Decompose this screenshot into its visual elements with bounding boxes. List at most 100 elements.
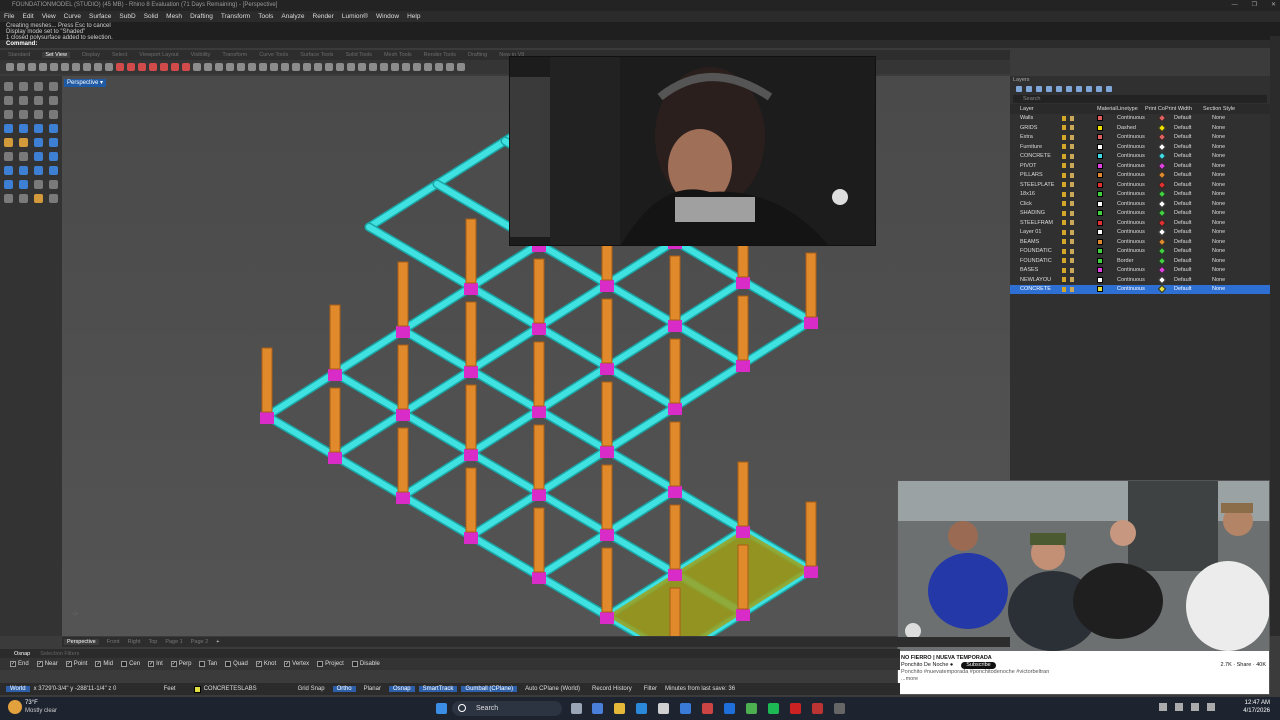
lightbulb-icon[interactable] [1062,115,1066,121]
layout-icon[interactable] [358,63,366,71]
layer-linetype[interactable]: Continuous [1117,191,1159,197]
layer-color-swatch[interactable] [1097,229,1103,236]
current-layer[interactable]: CONCRETESLABS [204,686,294,692]
move-parent-icon[interactable] [1066,86,1072,92]
pillar[interactable] [669,504,681,570]
pillar-base[interactable] [464,366,478,378]
battery-icon[interactable] [1207,703,1215,711]
pillar-base[interactable] [532,406,546,418]
menu-render[interactable]: Render [313,13,334,20]
pillar[interactable] [805,501,817,567]
lock-icon[interactable] [1070,191,1074,197]
osnap-int[interactable]: ✓ Int [148,661,163,667]
pillar-base[interactable] [804,566,818,578]
layer-row[interactable]: CONCRETE Continuous Default None [1010,284,1270,294]
wireframe-icon[interactable] [204,63,212,71]
move-up-icon[interactable] [1046,86,1052,92]
layer-row[interactable]: Click Continuous Default None [1010,199,1270,209]
lock-icon[interactable] [1070,182,1074,188]
subscribe-button[interactable]: Subscribe [961,662,996,669]
video-title[interactable]: NO FIERRO | NUEVA TEMPORADA [901,655,1266,662]
pillar-base[interactable] [396,492,410,504]
pillar-base[interactable] [600,446,614,458]
extend-icon[interactable] [49,110,58,119]
technical-icon[interactable] [259,63,267,71]
arc-icon[interactable] [19,96,28,105]
layer-section-style[interactable]: None [1212,134,1252,140]
shaded-icon[interactable] [215,63,223,71]
header-print-width[interactable]: Print Width [1165,106,1203,112]
layer-name[interactable]: Walls [1020,115,1062,121]
tab-solid-tools[interactable]: Solid Tools [345,52,372,58]
menu-drafting[interactable]: Drafting [190,13,213,20]
box-icon[interactable] [4,138,13,147]
layer-color-swatch[interactable] [1097,124,1103,131]
command-input[interactable]: Command: [0,40,1280,48]
osnap-quad[interactable]: Quad [225,661,248,667]
print-color-swatch[interactable] [1157,228,1167,237]
menu-surface[interactable]: Surface [89,13,111,20]
tab-selection-filters[interactable]: Selection Filters [40,651,79,657]
lightbulb-icon[interactable] [1062,125,1066,131]
print-color-swatch[interactable] [1157,152,1167,161]
header-layer[interactable]: Layer [1020,106,1062,112]
layer-section-style[interactable]: None [1212,163,1252,169]
offset-icon[interactable] [34,110,43,119]
rectangle-icon[interactable] [49,96,58,105]
print-color-swatch[interactable] [1157,275,1167,284]
status-toggle-smarttrack[interactable]: SmartTrack [418,686,458,692]
tab-standard[interactable]: Standard [8,52,30,58]
lock-icon[interactable] [1070,239,1074,245]
print-color-swatch[interactable] [1157,171,1167,180]
layer-linetype[interactable]: Continuous [1117,182,1159,188]
pillar[interactable] [805,252,817,318]
explode-icon[interactable] [19,180,28,189]
layer-print-width[interactable]: Default [1174,125,1212,131]
layer-linetype[interactable]: Continuous [1117,239,1159,245]
help-icon[interactable] [1106,86,1112,92]
layer-print-width[interactable]: Default [1174,267,1212,273]
layer-row[interactable]: STEELFRAM Continuous Default None [1010,218,1270,228]
menu-help[interactable]: Help [407,13,420,20]
delete-layer-icon[interactable] [1036,86,1042,92]
lightbulb-icon[interactable] [1062,134,1066,140]
tab-render-tools[interactable]: Render Tools [424,52,456,58]
lightbulb-icon[interactable] [1062,220,1066,226]
status-toggle-grid-snap[interactable]: Grid Snap [294,686,329,692]
layer-linetype[interactable]: Continuous [1117,153,1159,159]
lightbulb-icon[interactable] [1062,229,1066,235]
menu-window[interactable]: Window [376,13,399,20]
layer-name[interactable]: Extra [1020,134,1062,140]
lock-icon[interactable] [1070,267,1074,273]
pillar-base[interactable] [464,283,478,295]
zoom-extents-icon[interactable] [50,63,58,71]
lock-icon[interactable] [1070,220,1074,226]
layer-linetype[interactable]: Continuous [1117,144,1159,150]
pillar-base[interactable] [464,449,478,461]
print-color-swatch[interactable] [1157,237,1167,246]
pillar-base[interactable] [532,572,546,584]
layer-print-width[interactable]: Default [1174,239,1212,245]
loft-icon[interactable] [34,124,43,133]
pillar[interactable] [737,295,749,361]
cplane-icon[interactable] [149,63,157,71]
layer-row[interactable]: FOUNDATIC Continuous Default None [1010,247,1270,257]
layer-linetype[interactable]: Continuous [1117,220,1159,226]
print-color-swatch[interactable] [1157,266,1167,275]
plane-icon[interactable] [138,63,146,71]
layer-section-style[interactable]: None [1212,220,1252,226]
layer-name[interactable]: Furniture [1020,144,1062,150]
header-print-color[interactable]: Print Color [1145,106,1165,112]
layer-name[interactable]: PIVOT [1020,163,1062,169]
lightbulb-icon[interactable] [1062,191,1066,197]
rotate-icon[interactable] [4,166,13,175]
pillar[interactable] [465,384,477,450]
pillar-base[interactable] [464,532,478,544]
layer-linetype[interactable]: Continuous [1117,277,1159,283]
tab-surface-tools[interactable]: Surface Tools [300,52,333,58]
layer-print-width[interactable]: Default [1174,163,1212,169]
three-viewports-icon[interactable] [402,63,410,71]
zoom-window-icon[interactable] [39,63,47,71]
pillar[interactable] [465,301,477,367]
clock-date[interactable]: 4/17/2026 [1243,707,1270,715]
